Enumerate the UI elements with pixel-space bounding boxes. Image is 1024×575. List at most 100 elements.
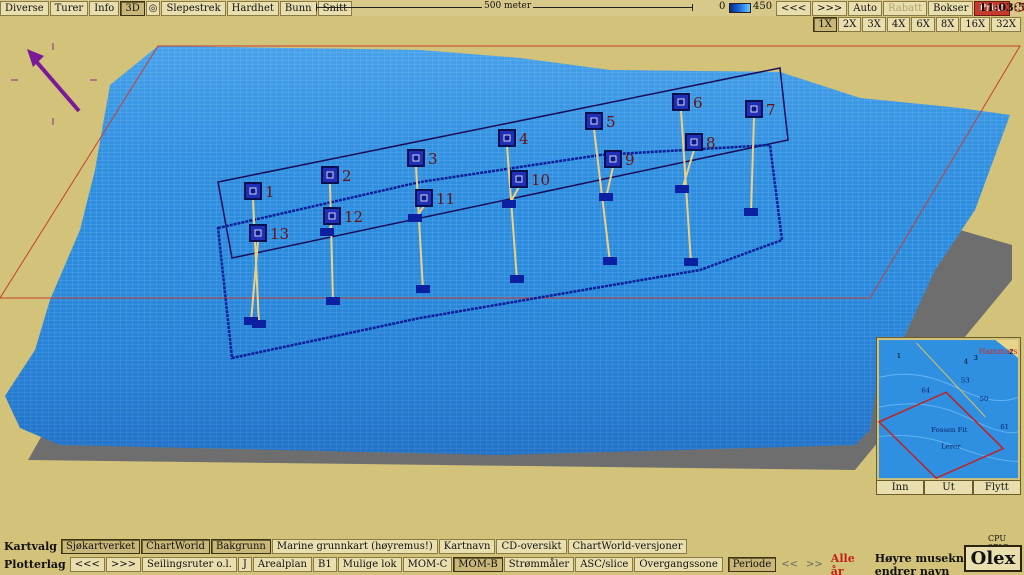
minimap-label: Lerer bbox=[941, 443, 961, 451]
waypoint-marker-center bbox=[254, 229, 262, 237]
waypoint-label: 4 bbox=[519, 130, 529, 148]
depth-color-scale[interactable] bbox=[729, 3, 751, 13]
zoom-16x-button[interactable]: 16X bbox=[960, 16, 991, 32]
j-button[interactable]: J bbox=[237, 557, 252, 572]
b1-button[interactable]: B1 bbox=[313, 557, 337, 572]
compass-icon[interactable] bbox=[11, 43, 97, 125]
sun-icon bbox=[1014, 2, 1024, 12]
waypoint-seabed-marker bbox=[416, 285, 430, 293]
rabatt-button[interactable]: Rabatt bbox=[882, 0, 928, 16]
waypoint-seabed-marker bbox=[684, 258, 698, 266]
3d-seabed-view[interactable]: 123456 78910111213 bbox=[0, 33, 1024, 533]
zoom-8x-button[interactable]: 8X bbox=[935, 16, 960, 32]
waypoint-label: 10 bbox=[531, 171, 550, 189]
zoom-3x-button[interactable]: 3X bbox=[862, 16, 886, 32]
zoom-6x-button[interactable]: 6X bbox=[911, 16, 935, 32]
turer-button[interactable]: Turer bbox=[49, 0, 89, 16]
waypoint-marker-center bbox=[609, 155, 617, 163]
mom-b-button[interactable]: MOM-B bbox=[453, 557, 503, 572]
waypoint-seabed-marker bbox=[675, 185, 689, 193]
waypoint-label: 13 bbox=[270, 225, 289, 243]
waypoint-seabed-marker bbox=[502, 200, 516, 208]
olex-logo[interactable]: Olex bbox=[964, 545, 1022, 572]
waypoint-marker-center bbox=[420, 194, 428, 202]
arealplan-button[interactable]: Arealplan bbox=[252, 557, 312, 572]
waypoint-label: 5 bbox=[606, 113, 616, 131]
mulige-lok-button[interactable]: Mulige lok bbox=[337, 557, 402, 572]
asc-slice-button[interactable]: ASC/slice bbox=[575, 557, 634, 572]
3d-button[interactable]: 3D bbox=[120, 0, 145, 16]
hardhet-button[interactable]: Hardhet bbox=[226, 0, 279, 16]
waypoint-seabed-marker bbox=[326, 297, 340, 305]
kartnavn-button[interactable]: Kartnavn bbox=[438, 539, 496, 554]
waypoint-seabed-marker bbox=[510, 275, 524, 283]
waypoint-seabed-marker bbox=[744, 208, 758, 216]
depth-max-label: 450 bbox=[753, 1, 773, 12]
zoom-4x-button[interactable]: 4X bbox=[886, 16, 911, 32]
waypoint-label: 1 bbox=[265, 183, 275, 201]
minimap-label: 4 bbox=[964, 358, 969, 366]
alle-ar-label[interactable]: Alle år bbox=[831, 552, 863, 575]
plotterlag-title: Plotterlag bbox=[4, 558, 66, 571]
waypoint-marker-center bbox=[249, 187, 257, 195]
cd-oversikt-button[interactable]: CD-oversikt bbox=[496, 539, 567, 554]
waypoint-label: 2 bbox=[342, 167, 352, 185]
minimap-label: 3 bbox=[974, 354, 978, 362]
bakgrunn-button[interactable]: Bakgrunn bbox=[210, 539, 271, 554]
waypoint-marker-center bbox=[677, 98, 685, 106]
waypoint-seabed-marker bbox=[320, 228, 334, 236]
periode-button[interactable]: Periode bbox=[727, 557, 777, 572]
waypoint-marker-center bbox=[326, 171, 334, 179]
next-button[interactable]: >>> bbox=[812, 0, 848, 16]
minimap-label: 53 bbox=[961, 376, 970, 384]
waypoint-seabed-marker bbox=[244, 317, 258, 325]
minimap-label: 1 bbox=[897, 352, 901, 360]
waypoint-marker-center bbox=[503, 134, 511, 142]
info-button[interactable]: Info bbox=[89, 0, 120, 16]
waypoint-seabed-marker bbox=[599, 193, 613, 201]
minimap-controls: Inn Ut Flytt bbox=[876, 480, 1021, 495]
snitt-button[interactable]: Snitt bbox=[317, 0, 353, 16]
chartworld-versjoner-button[interactable]: ChartWorld-versjoner bbox=[567, 539, 688, 554]
zoom-1x-button[interactable]: 1X bbox=[813, 16, 837, 32]
overgangssone-button[interactable]: Overgangssone bbox=[634, 557, 723, 572]
minimap-label: 61 bbox=[1000, 423, 1009, 431]
move-button[interactable]: Flytt bbox=[972, 480, 1021, 495]
kartvalg-bar: Kartvalg Sjøkartverket ChartWorld Bakgru… bbox=[0, 538, 688, 555]
waypoint-marker-center bbox=[328, 212, 336, 220]
bokser-button[interactable]: Bokser bbox=[928, 0, 974, 16]
mom-c-button[interactable]: MOM-C bbox=[402, 557, 453, 572]
period-next-button[interactable]: >> bbox=[806, 559, 823, 570]
chartworld-button[interactable]: ChartWorld bbox=[141, 539, 210, 554]
diverse-button[interactable]: Diverse bbox=[0, 0, 49, 16]
seilingsruter-button[interactable]: Seilingsruter o.l. bbox=[142, 557, 237, 572]
zoom-2x-button[interactable]: 2X bbox=[837, 16, 862, 32]
slepestrek-button[interactable]: Slepestrek bbox=[161, 0, 226, 16]
scale-label: 500 meter bbox=[482, 1, 534, 11]
auto-button[interactable]: Auto bbox=[848, 0, 882, 16]
minimap-label: 50 bbox=[980, 395, 989, 403]
period-prev-button[interactable]: << bbox=[781, 559, 798, 570]
prev-button[interactable]: <<< bbox=[776, 0, 812, 16]
zoom-out-button[interactable]: Ut bbox=[924, 480, 973, 495]
zoom-in-button[interactable]: Inn bbox=[876, 480, 925, 495]
target-icon[interactable]: ◎ bbox=[145, 0, 161, 16]
zoom-32x-button[interactable]: 32X bbox=[991, 16, 1021, 32]
minimap-label: 64 bbox=[921, 386, 930, 394]
waypoint-label: 6 bbox=[693, 94, 703, 112]
waypoint-marker-center bbox=[690, 138, 698, 146]
waypoint-seabed-marker bbox=[603, 257, 617, 265]
overview-minimap[interactable]: Hammars Fossen Fit Lerer 64 61 53 50 4 3… bbox=[876, 337, 1021, 495]
waypoint-marker-center bbox=[412, 154, 420, 162]
bunn-button[interactable]: Bunn bbox=[279, 0, 317, 16]
plotterlag-next-button[interactable]: >>> bbox=[105, 557, 142, 572]
plotterlag-prev-button[interactable]: <<< bbox=[69, 557, 105, 572]
strommaler-button[interactable]: Strømmåler bbox=[503, 557, 575, 572]
kartvalg-title: Kartvalg bbox=[4, 540, 57, 553]
marine-grunnkart-button[interactable]: Marine grunnkart (høyremus!) bbox=[271, 539, 438, 554]
terrain-shading bbox=[5, 46, 1010, 455]
waypoint-marker-center bbox=[515, 175, 523, 183]
waypoint-marker-center bbox=[750, 105, 758, 113]
sjokartverket-button[interactable]: Sjøkartverket bbox=[60, 539, 141, 554]
depth-min-label: 0 bbox=[719, 1, 726, 12]
